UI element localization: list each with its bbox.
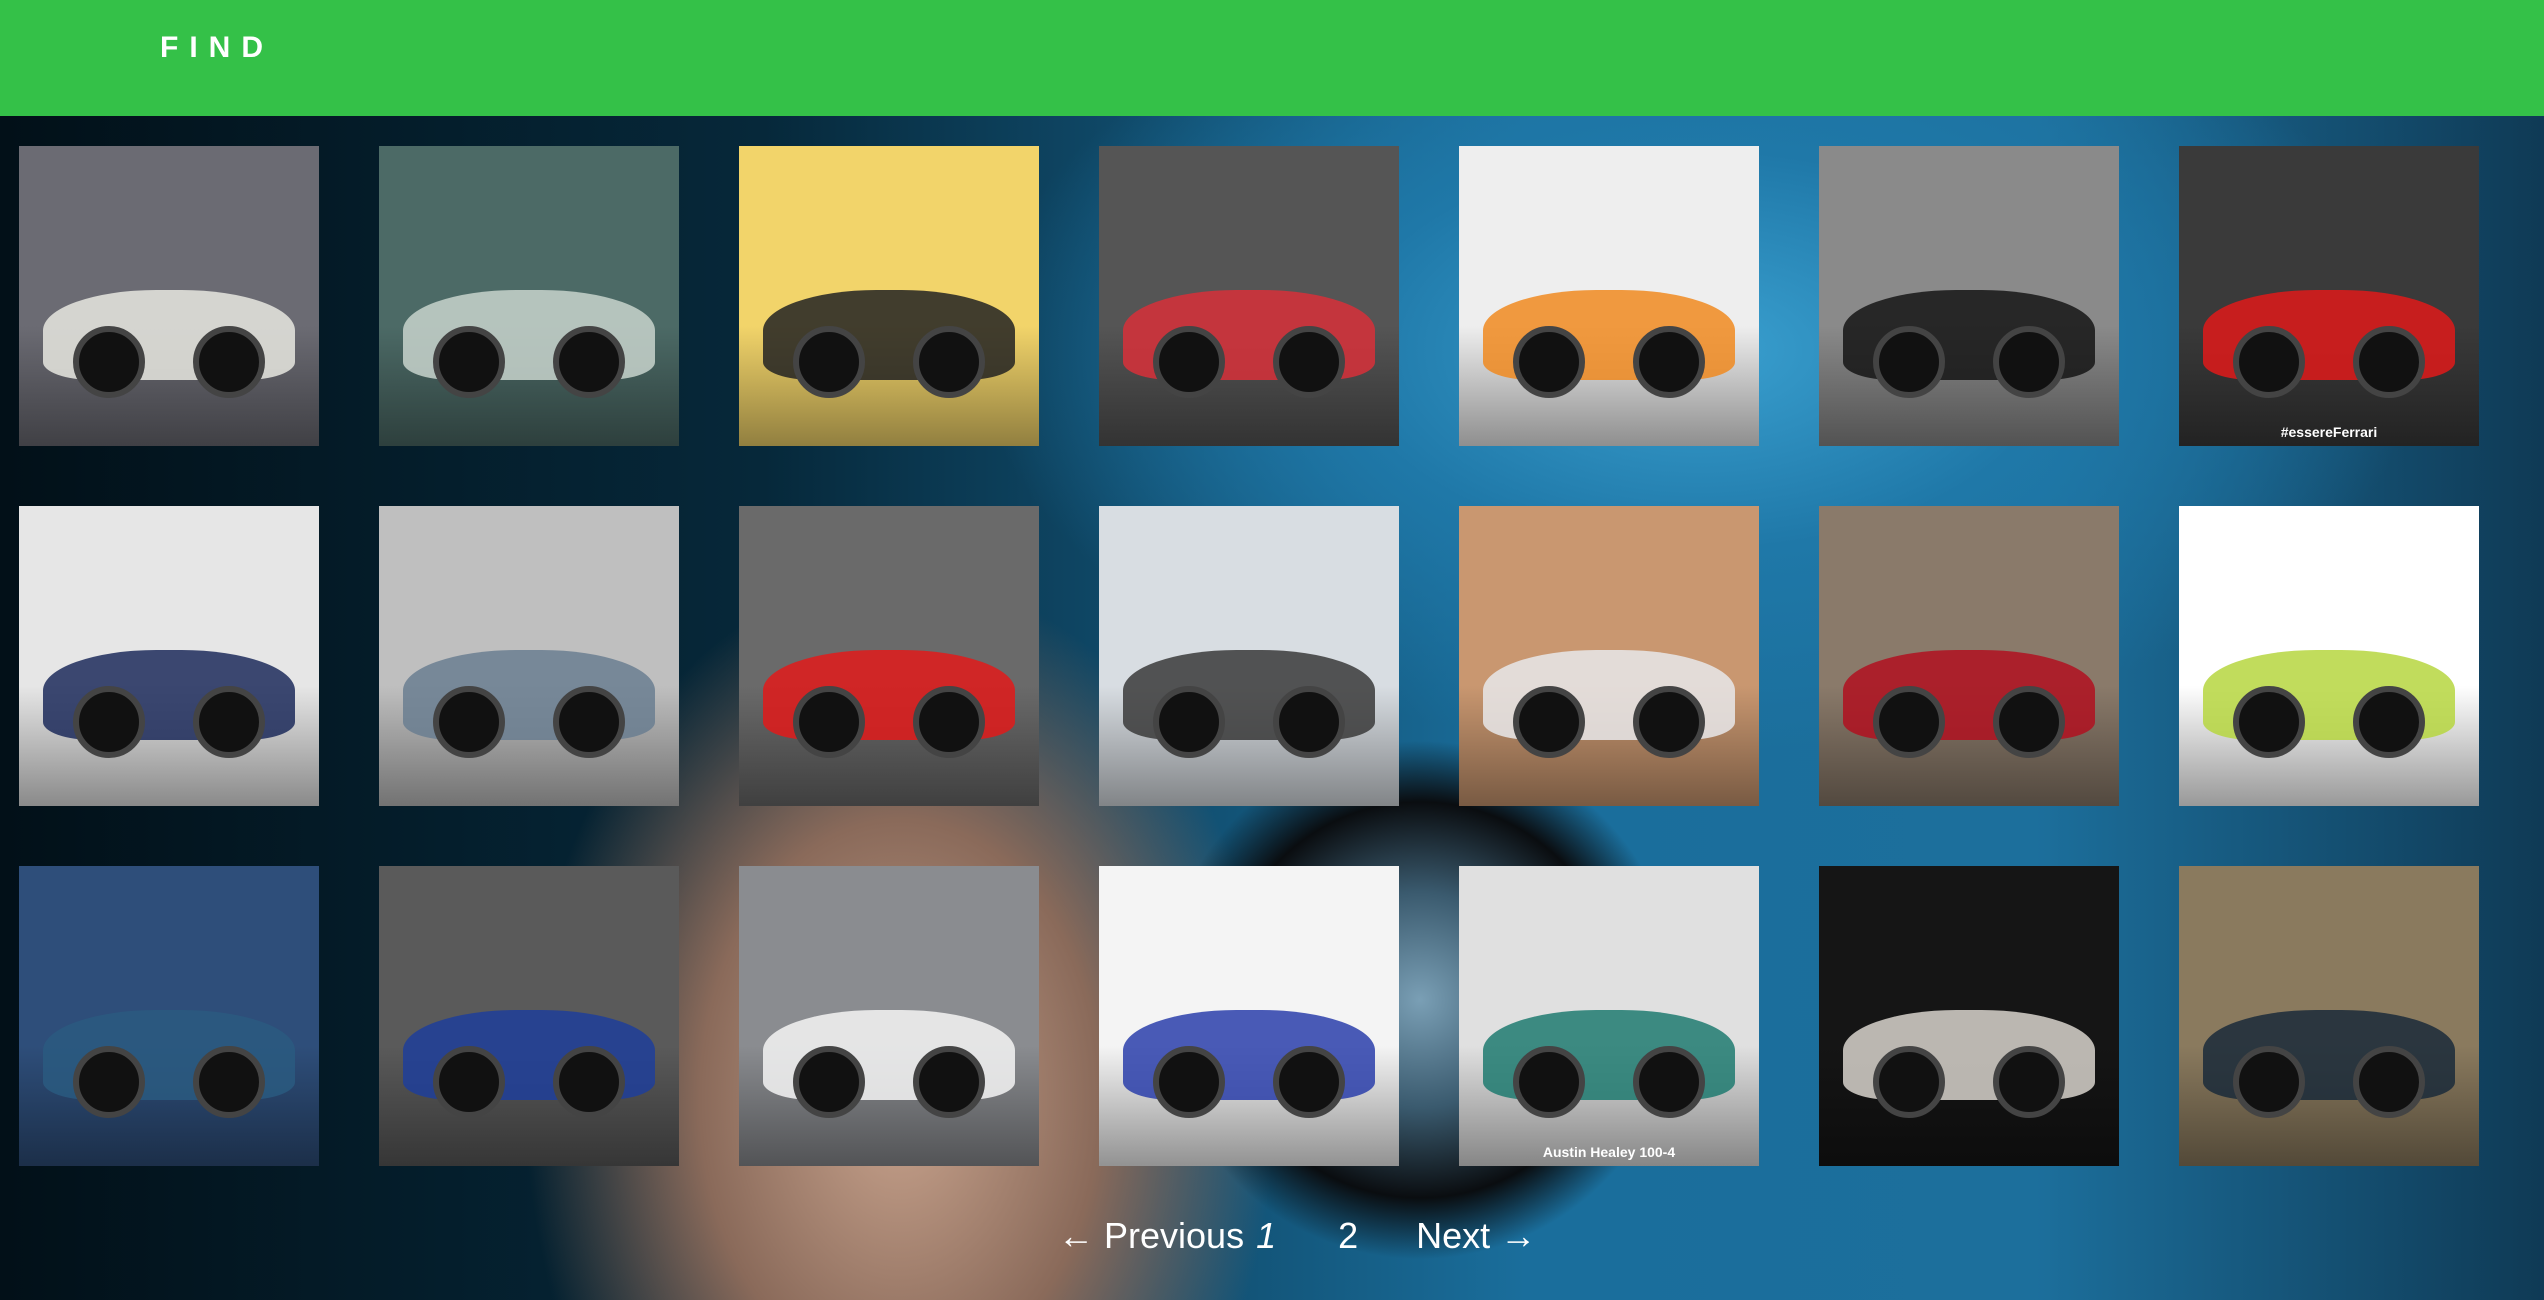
car-image-tile[interactable] <box>739 866 1039 1166</box>
image-gallery-grid: #essereFerrari Austin Healey 100-4 <box>19 146 2479 1166</box>
wheel <box>2353 1046 2425 1118</box>
wheel <box>433 1046 505 1118</box>
photo-caption: #essereFerrari <box>2280 424 2378 440</box>
car-image-tile[interactable] <box>1819 146 2119 446</box>
car-image-tile[interactable] <box>1459 146 1759 446</box>
wheel <box>793 1046 865 1118</box>
brand-logo-link[interactable]: FIND <box>160 31 274 65</box>
wheel <box>1273 1046 1345 1118</box>
wheel <box>1513 326 1585 398</box>
car-image-tile[interactable]: #essereFerrari <box>2179 146 2479 446</box>
car-image-tile[interactable] <box>379 146 679 446</box>
wheel <box>1993 326 2065 398</box>
wheel <box>1873 326 1945 398</box>
wheel <box>913 326 985 398</box>
car-image-tile[interactable] <box>1099 146 1399 446</box>
wheel <box>433 686 505 758</box>
wheel <box>1633 686 1705 758</box>
wheel <box>1993 1046 2065 1118</box>
wheel <box>1273 686 1345 758</box>
previous-page-link[interactable]: ← Previous <box>1058 1215 1244 1257</box>
top-navbar: FIND <box>0 0 2544 116</box>
car-image-tile[interactable] <box>739 146 1039 446</box>
wheel <box>793 686 865 758</box>
wheel <box>2353 326 2425 398</box>
wheel <box>1513 1046 1585 1118</box>
car-image-tile[interactable] <box>19 866 319 1166</box>
wheel <box>1873 1046 1945 1118</box>
car-image-tile[interactable] <box>739 506 1039 806</box>
car-image-tile[interactable]: Austin Healey 100-4 <box>1459 866 1759 1166</box>
wheel <box>1153 326 1225 398</box>
car-image-tile[interactable] <box>1099 506 1399 806</box>
wheel <box>1873 686 1945 758</box>
pagination: ← Previous 1 2 Next → <box>1058 1215 1536 1257</box>
wheel <box>433 326 505 398</box>
wheel <box>1633 326 1705 398</box>
wheel <box>2233 326 2305 398</box>
wheel <box>1513 686 1585 758</box>
wheel <box>73 686 145 758</box>
wheel <box>2233 1046 2305 1118</box>
car-image-tile[interactable] <box>1819 866 2119 1166</box>
car-image-tile[interactable] <box>1099 866 1399 1166</box>
page-1-current[interactable]: 1 <box>1256 1215 1276 1257</box>
next-page-link[interactable]: Next → <box>1416 1215 1536 1257</box>
wheel <box>2233 686 2305 758</box>
wheel <box>193 326 265 398</box>
car-image-tile[interactable] <box>1459 506 1759 806</box>
car-image-tile[interactable] <box>1819 506 2119 806</box>
wheel <box>553 326 625 398</box>
car-image-tile[interactable] <box>19 506 319 806</box>
wheel <box>193 686 265 758</box>
wheel <box>1153 686 1225 758</box>
wheel <box>73 1046 145 1118</box>
car-image-tile[interactable] <box>379 506 679 806</box>
wheel <box>793 326 865 398</box>
wheel <box>1153 1046 1225 1118</box>
wheel <box>913 686 985 758</box>
wheel <box>193 1046 265 1118</box>
wheel <box>553 1046 625 1118</box>
car-image-tile[interactable] <box>2179 506 2479 806</box>
photo-caption: Austin Healey 100-4 <box>1542 1144 1676 1160</box>
wheel <box>2353 686 2425 758</box>
wheel <box>73 326 145 398</box>
wheel <box>1993 686 2065 758</box>
wheel <box>913 1046 985 1118</box>
wheel <box>1273 326 1345 398</box>
car-image-tile[interactable] <box>19 146 319 446</box>
car-image-tile[interactable] <box>379 866 679 1166</box>
page-2-link[interactable]: 2 <box>1338 1215 1358 1257</box>
wheel <box>1633 1046 1705 1118</box>
wheel <box>553 686 625 758</box>
car-image-tile[interactable] <box>2179 866 2479 1166</box>
